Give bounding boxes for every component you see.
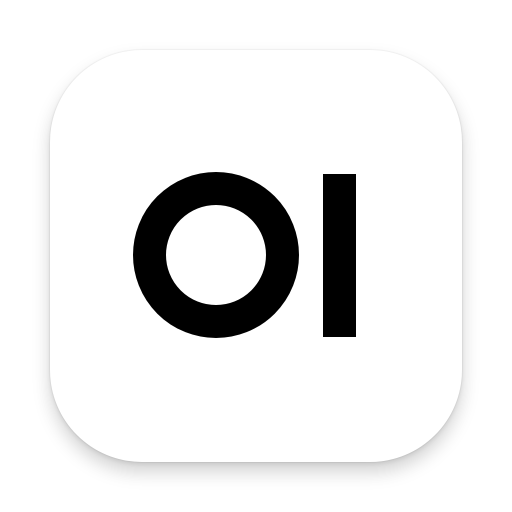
logo-letter-i bbox=[323, 174, 356, 337]
app-icon-canvas: OI bbox=[0, 0, 512, 512]
logo-letter-o bbox=[133, 172, 299, 338]
oi-logo-icon bbox=[133, 172, 356, 338]
